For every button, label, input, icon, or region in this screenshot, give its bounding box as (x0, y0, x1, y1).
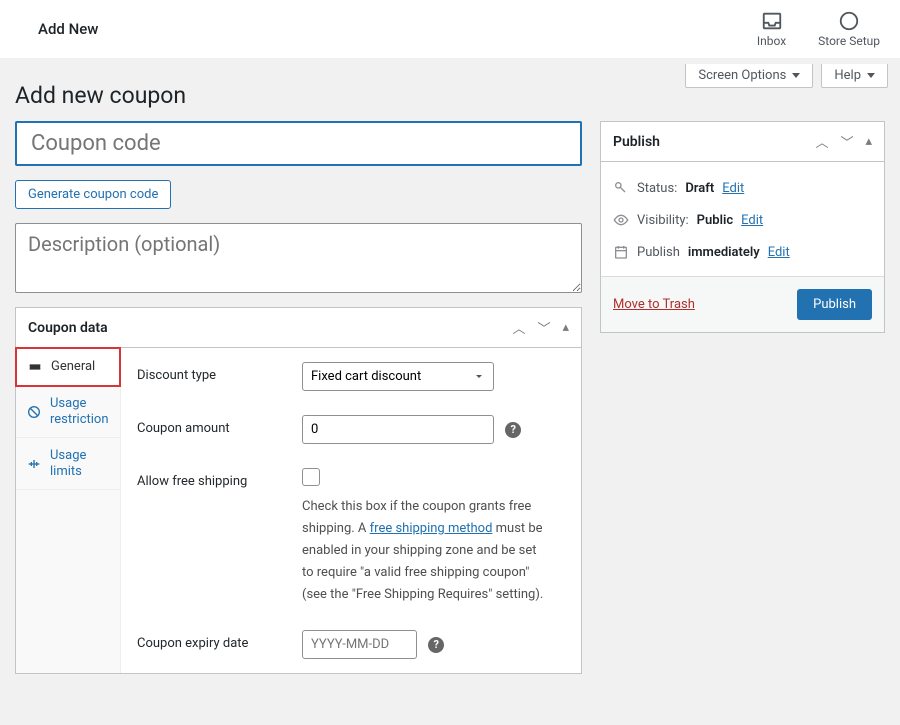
calendar-icon (613, 244, 629, 260)
screen-options-label: Screen Options (698, 68, 786, 83)
help-icon[interactable]: ? (428, 637, 444, 653)
store-setup-icon (838, 10, 860, 32)
ban-icon (26, 404, 42, 420)
tab-label: Usage restriction (50, 396, 110, 427)
coupon-data-header: Coupon data ︿ ﹀ ▴ (16, 308, 581, 348)
generate-coupon-code-button[interactable]: Generate coupon code (15, 180, 171, 209)
status-row: Status: Draft Edit (613, 172, 872, 204)
free-shipping-hint: Check this box if the coupon grants free… (302, 496, 547, 606)
panel-up-icon[interactable]: ︿ (815, 132, 828, 151)
tab-label: General (51, 359, 95, 375)
free-shipping-checkbox[interactable] (302, 468, 320, 486)
panel-down-icon[interactable]: ﹀ (840, 132, 853, 151)
top-bar-title: Add New (38, 20, 98, 38)
tab-usage-restriction[interactable]: Usage restriction (16, 386, 120, 438)
store-setup-button[interactable]: Store Setup (818, 10, 880, 48)
key-icon (613, 180, 629, 196)
panel-up-icon[interactable]: ︿ (512, 318, 525, 337)
store-setup-label: Store Setup (818, 34, 880, 48)
coupon-data-panel: Coupon data ︿ ﹀ ▴ General Usage restrict… (15, 307, 582, 674)
description-textarea[interactable] (15, 223, 582, 293)
free-shipping-label: Allow free shipping (137, 468, 302, 489)
free-shipping-method-link[interactable]: free shipping method (370, 521, 493, 536)
coupon-amount-label: Coupon amount (137, 415, 302, 436)
publish-panel: Publish ︿ ﹀ ▴ Status: Draft Edit Visibil… (600, 121, 885, 333)
sliders-icon (26, 456, 42, 472)
panel-collapse-icon[interactable]: ▴ (865, 134, 872, 149)
move-to-trash-link[interactable]: Move to Trash (613, 297, 695, 312)
coupon-code-input[interactable] (15, 121, 582, 166)
edit-publish-time-link[interactable]: Edit (768, 245, 790, 260)
top-bar: Add New Inbox Store Setup (0, 0, 900, 58)
tab-usage-limits[interactable]: Usage limits (16, 438, 120, 490)
discount-type-select[interactable]: Fixed cart discount (302, 362, 494, 391)
top-bar-actions: Inbox Store Setup (757, 10, 880, 48)
expiry-label: Coupon expiry date (137, 630, 302, 651)
panel-collapse-icon[interactable]: ▴ (562, 320, 569, 335)
tab-general[interactable]: General (15, 347, 121, 387)
ticket-icon (27, 359, 43, 375)
screen-options-button[interactable]: Screen Options (685, 64, 813, 88)
tab-label: Usage limits (50, 448, 110, 479)
caret-down-icon (867, 73, 875, 78)
visibility-row: Visibility: Public Edit (613, 204, 872, 236)
discount-type-label: Discount type (137, 362, 302, 383)
publish-button[interactable]: Publish (797, 289, 872, 320)
coupon-data-title: Coupon data (28, 320, 108, 336)
help-icon[interactable]: ? (505, 422, 521, 438)
help-label: Help (834, 68, 861, 83)
inbox-button[interactable]: Inbox (757, 10, 786, 48)
panel-down-icon[interactable]: ﹀ (537, 318, 550, 337)
inbox-icon (761, 10, 783, 32)
publish-time-row: Publish immediately Edit (613, 236, 872, 268)
inbox-label: Inbox (757, 34, 786, 48)
coupon-amount-input[interactable] (302, 415, 494, 444)
edit-status-link[interactable]: Edit (722, 181, 744, 196)
eye-icon (613, 212, 629, 228)
help-button[interactable]: Help (821, 64, 888, 88)
caret-down-icon (792, 73, 800, 78)
edit-visibility-link[interactable]: Edit (741, 213, 763, 228)
coupon-tabs: General Usage restriction Usage limits (16, 348, 121, 673)
publish-title: Publish (613, 134, 660, 150)
expiry-date-input[interactable] (302, 630, 417, 659)
